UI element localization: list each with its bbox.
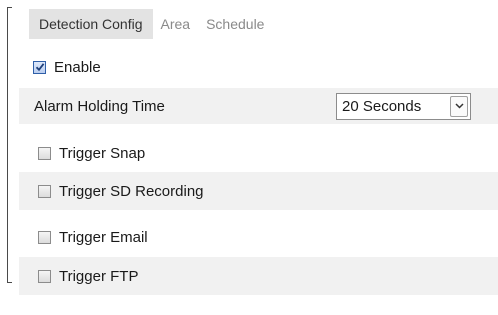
enable-checkbox[interactable] (33, 60, 46, 74)
enable-row: Enable (33, 53, 333, 81)
checkmark-icon (35, 63, 44, 72)
trigger-snap-checkbox[interactable] (38, 146, 51, 160)
tab-schedule[interactable]: Schedule (198, 9, 272, 39)
tab-detection-config[interactable]: Detection Config (29, 9, 153, 39)
trigger-email-label: Trigger Email (59, 228, 148, 246)
tab-bar: Detection Config Area Schedule (29, 9, 272, 39)
trigger-email-row: Trigger Email (19, 220, 498, 254)
frame-corner-bottom (7, 282, 12, 283)
alarm-holding-time-row: Alarm Holding Time 20 Seconds (19, 88, 498, 124)
alarm-holding-time-select[interactable]: 20 Seconds (336, 92, 471, 120)
alarm-holding-time-value: 20 Seconds (342, 97, 422, 115)
chevron-down-icon[interactable] (450, 95, 468, 117)
trigger-snap-label: Trigger Snap (59, 144, 146, 162)
trigger-ftp-checkbox[interactable] (38, 269, 51, 283)
trigger-ftp-row: Trigger FTP (19, 257, 498, 295)
trigger-sd-recording-checkbox[interactable] (38, 184, 51, 198)
trigger-ftp-label: Trigger FTP (59, 267, 139, 285)
frame-corner-top (7, 7, 12, 8)
trigger-snap-row: Trigger Snap (19, 136, 498, 170)
enable-label: Enable (54, 58, 101, 76)
trigger-email-checkbox[interactable] (38, 230, 51, 244)
tab-area[interactable]: Area (153, 9, 199, 39)
alarm-holding-time-label: Alarm Holding Time (34, 97, 165, 115)
trigger-sd-recording-row: Trigger SD Recording (19, 172, 498, 210)
trigger-sd-recording-label: Trigger SD Recording (59, 182, 204, 200)
